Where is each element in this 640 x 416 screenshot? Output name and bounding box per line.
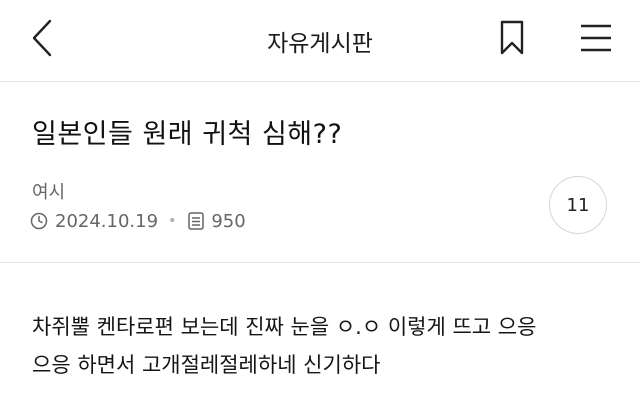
divider <box>0 262 640 263</box>
post-body: 차쥐뿔 켄타로편 보는데 진짜 눈을 ㅇ.ㅇ 이렇게 뜨고 으응 으응 하면서 … <box>32 308 632 384</box>
view-count-icon <box>188 212 205 230</box>
bookmark-button[interactable] <box>490 18 534 62</box>
meta-separator: • <box>168 213 177 229</box>
post-date: 2024.10.19 <box>55 210 159 232</box>
hamburger-menu-icon <box>580 23 612 57</box>
chevron-left-icon <box>30 18 54 62</box>
board-title: 자유게시판 <box>267 31 373 57</box>
back-button[interactable] <box>22 18 62 62</box>
top-app-bar: 자유게시판 <box>0 0 640 82</box>
post-body-line: 차쥐뿔 켄타로편 보는데 진짜 눈을 ㅇ.ㅇ 이렇게 뜨고 으응 <box>32 315 537 339</box>
clock-icon <box>30 212 48 230</box>
comment-count-button[interactable]: 11 <box>549 176 607 234</box>
menu-button[interactable] <box>572 18 620 62</box>
comment-count: 11 <box>566 194 590 216</box>
author-name[interactable]: 여시 <box>32 178 65 204</box>
post-body-line: 으응 하면서 고개절레절레하네 신기하다 <box>32 353 381 377</box>
post-title: 일본인들 원래 귀척 심해?? <box>32 119 343 150</box>
view-count: 950 <box>211 210 246 232</box>
post-meta: 2024.10.19 • 950 <box>30 208 246 234</box>
bookmark-icon <box>499 20 525 60</box>
